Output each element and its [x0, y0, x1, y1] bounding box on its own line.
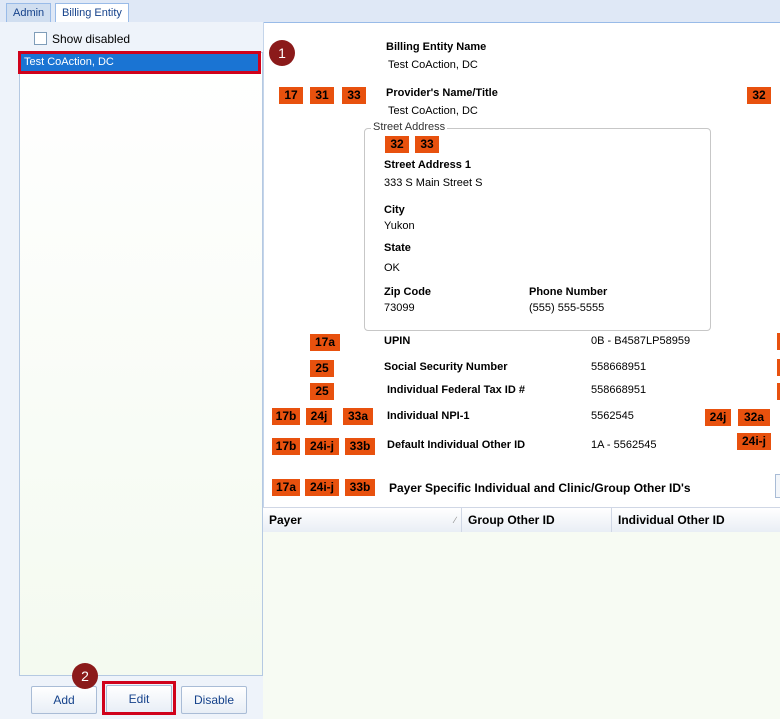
tag-31: 31 [310, 87, 334, 104]
tag-17: 17 [279, 87, 303, 104]
otherid-value: 1A - 5562545 [591, 439, 657, 451]
taxid-label: Individual Federal Tax ID # [387, 384, 525, 396]
tag-33a-npi: 33a [343, 408, 373, 425]
tag-32: 32 [385, 136, 409, 153]
street-label: Street Address 1 [384, 159, 472, 171]
tag-24ij-otherid: 24i-j [305, 438, 339, 455]
zip-label: Zip Code [384, 286, 432, 298]
show-disabled-checkbox[interactable]: Show disabled [34, 32, 130, 46]
upin-label: UPIN [384, 335, 411, 347]
otherid-label: Default Individual Other ID [387, 439, 526, 451]
zip-value: 73099 [384, 302, 415, 314]
checkbox-icon[interactable] [34, 32, 47, 45]
phone-label: Phone Number [529, 286, 608, 298]
show-disabled-label: Show disabled [52, 32, 131, 46]
entity-name-label: Billing Entity Name [386, 41, 487, 53]
column-group-other-id[interactable]: Group Other ID [462, 508, 612, 532]
tag-25-ssn: 25 [310, 360, 334, 377]
sort-icon: ∕ [454, 515, 456, 525]
tag-24ij-right: 24i-j [737, 433, 771, 450]
tag-17b-npi: 17b [272, 408, 300, 425]
provider-value: Test CoAction, DC [388, 105, 478, 117]
callout-2: 2 [72, 663, 98, 689]
tag-33b-payer: 33b [345, 479, 375, 496]
upin-value: 0B - B4587LP58959 [591, 335, 691, 347]
tab-admin[interactable]: Admin [6, 3, 52, 22]
tag-17b-otherid: 17b [272, 438, 300, 455]
provider-label: Provider's Name/Title [386, 87, 498, 99]
disable-button[interactable]: Disable [181, 686, 247, 714]
payer-specific-label: Payer Specific Individual and Clinic/Gro… [389, 481, 691, 495]
city-label: City [384, 204, 405, 216]
taxid-value: 558668951 [591, 384, 647, 396]
tag-32a-right: 32a [738, 409, 770, 426]
city-value: Yukon [384, 220, 415, 232]
tag-33-address: 33 [415, 136, 439, 153]
column-payer[interactable]: Payer ∕ [263, 508, 462, 532]
tag-33b-otherid: 33b [345, 438, 375, 455]
tag-32-right: 32 [747, 87, 771, 104]
phone-value: (555) 555-5555 [529, 302, 605, 314]
tab-strip: Admin Billing Entity [0, 0, 780, 23]
tag-33: 33 [342, 87, 366, 104]
payer-button-edge[interactable] [775, 474, 780, 498]
npi-value: 5562545 [591, 410, 634, 422]
highlight-box-list-item [18, 51, 261, 74]
tag-25-taxid: 25 [310, 383, 334, 400]
ssn-label: Social Security Number [384, 361, 508, 373]
tab-billing-entity[interactable]: Billing Entity [55, 3, 129, 23]
ssn-value: 558668951 [591, 361, 647, 373]
add-button[interactable]: Add [31, 686, 97, 714]
callout-1: 1 [269, 40, 295, 66]
billing-entity-list[interactable] [19, 52, 263, 676]
column-payer-label: Payer [269, 513, 302, 527]
street-address-legend: Street Address [371, 121, 448, 133]
tag-24j-npi: 24j [306, 408, 332, 425]
highlight-box-edit [102, 681, 176, 715]
tag-24ij-payer: 24i-j [305, 479, 339, 496]
entity-name-value: Test CoAction, DC [388, 59, 478, 71]
tag-24j-right: 24j [705, 409, 731, 426]
payer-grid-body[interactable] [263, 532, 780, 719]
npi-label: Individual NPI-1 [387, 410, 470, 422]
state-value: OK [384, 262, 400, 274]
column-individual-other-id[interactable]: Individual Other ID [612, 508, 780, 532]
tag-17a: 17a [310, 334, 340, 351]
state-label: State [384, 242, 411, 254]
payer-grid-header: Payer ∕ Group Other ID Individual Other … [263, 507, 780, 533]
tag-17a-payer: 17a [272, 479, 300, 496]
street-value: 333 S Main Street S [384, 177, 483, 189]
